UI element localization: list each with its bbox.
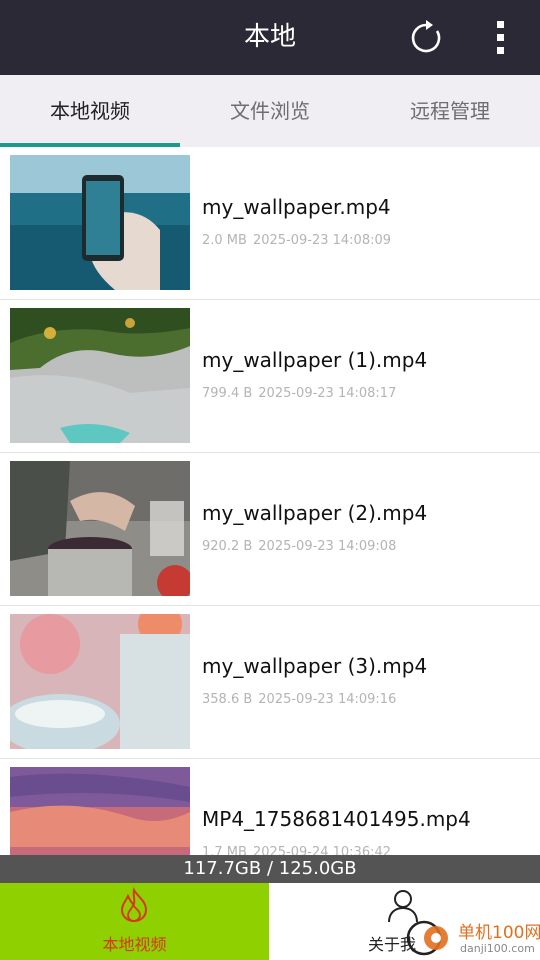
- video-item[interactable]: my_wallpaper (1).mp4 799.4 B 2025-09-23 1…: [0, 300, 540, 453]
- video-thumbnail: [10, 767, 190, 855]
- video-thumbnail: [10, 308, 190, 443]
- video-thumbnail: [10, 614, 190, 749]
- storage-usage: 117.7GB / 125.0GB: [0, 855, 540, 883]
- video-thumbnail: [10, 461, 190, 596]
- flame-icon: [120, 887, 148, 923]
- page-title: 本地: [243, 22, 296, 52]
- video-item[interactable]: my_wallpaper.mp4 2.0 MB 2025-09-23 14:08:…: [0, 147, 540, 300]
- video-meta: 799.4 B 2025-09-23 14:08:17: [202, 386, 396, 401]
- watermark-domain: danji100.com: [460, 942, 535, 955]
- video-filename: my_wallpaper (1).mp4: [202, 348, 428, 372]
- refresh-icon: [411, 20, 441, 53]
- video-filename: my_wallpaper.mp4: [202, 195, 391, 219]
- video-thumbnail: [10, 155, 190, 290]
- more-vert-icon: [497, 21, 504, 54]
- refresh-button[interactable]: [406, 18, 446, 58]
- video-date: 2025-09-24 10:36:42: [252, 845, 392, 855]
- video-meta: 2.0 MB 2025-09-23 14:08:09: [202, 233, 391, 248]
- video-filename: MP4_1758681401495.mp4: [202, 807, 471, 831]
- video-date: 2025-09-23 14:09:16: [258, 692, 397, 707]
- more-options-button[interactable]: [488, 18, 516, 58]
- video-date: 2025-09-23 14:08:09: [252, 233, 392, 248]
- video-filename: my_wallpaper (3).mp4: [202, 654, 428, 678]
- watermark-brand: 单机100网: [458, 923, 540, 943]
- video-item[interactable]: my_wallpaper (2).mp4 920.2 B 2025-09-23 1…: [0, 453, 540, 606]
- tab-bar: 本地视频 文件浏览 远程管理: [0, 75, 540, 147]
- video-size: 799.4 B: [202, 386, 253, 401]
- watermark-logo-icon: [406, 920, 448, 956]
- video-filename: my_wallpaper (2).mp4: [202, 501, 428, 525]
- video-item[interactable]: MP4_1758681401495.mp4 1.7 MB 2025-09-24 1…: [0, 759, 540, 855]
- site-watermark: 单机100网 danji100.com: [404, 912, 540, 960]
- video-meta: 920.2 B 2025-09-23 14:09:08: [202, 539, 396, 554]
- video-size: 920.2 B: [202, 539, 253, 554]
- nav-local-label: 本地视频: [102, 935, 167, 954]
- nav-local-videos[interactable]: 本地视频: [0, 883, 269, 960]
- tab-local-videos[interactable]: 本地视频: [0, 75, 180, 147]
- video-size: 358.6 B: [202, 692, 253, 707]
- video-date: 2025-09-23 14:08:17: [258, 386, 397, 401]
- video-size: 2.0 MB: [202, 233, 247, 248]
- video-date: 2025-09-23 14:09:08: [258, 539, 397, 554]
- video-meta: 358.6 B 2025-09-23 14:09:16: [202, 692, 396, 707]
- app-bar: 本地: [0, 0, 540, 75]
- tab-file-browser[interactable]: 文件浏览: [180, 75, 360, 147]
- tab-remote-management[interactable]: 远程管理: [360, 75, 540, 147]
- video-size: 1.7 MB: [202, 845, 247, 855]
- video-item[interactable]: my_wallpaper (3).mp4 358.6 B 2025-09-23 1…: [0, 606, 540, 759]
- video-list[interactable]: my_wallpaper.mp4 2.0 MB 2025-09-23 14:08:…: [0, 147, 540, 855]
- video-meta: 1.7 MB 2025-09-24 10:36:42: [202, 845, 391, 855]
